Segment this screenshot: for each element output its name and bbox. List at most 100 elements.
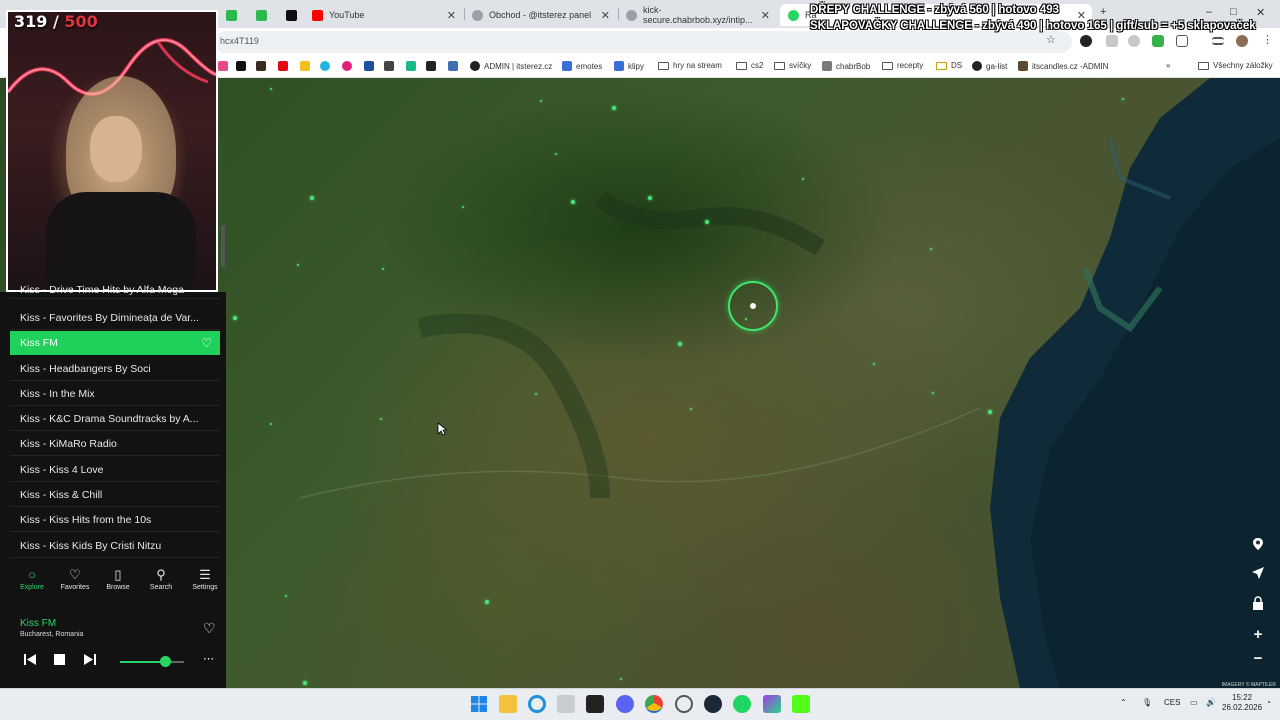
bookmark-folder-recepty[interactable]: recepty: [882, 61, 923, 70]
more-menu-icon[interactable]: ⋮: [1262, 33, 1274, 46]
bookmark-icon[interactable]: [406, 61, 416, 71]
station-dot[interactable]: [571, 200, 575, 204]
bookmark-icon[interactable]: [448, 61, 458, 71]
steam-icon[interactable]: [704, 695, 722, 713]
geolocate-pin-icon[interactable]: [1246, 532, 1270, 556]
extensions-puzzle-icon[interactable]: [1176, 35, 1188, 47]
station-dot[interactable]: [930, 248, 932, 250]
close-tab-icon[interactable]: ✕: [761, 9, 776, 22]
bookmark-klipy[interactable]: klipy: [614, 61, 644, 71]
reading-list-icon[interactable]: [1212, 37, 1224, 45]
extension-icon[interactable]: [1128, 35, 1140, 47]
nav-search[interactable]: ⚲ Search: [141, 566, 181, 598]
station-dot[interactable]: [1122, 98, 1124, 100]
file-explorer-icon[interactable]: [499, 695, 517, 713]
profile-avatar[interactable]: [1236, 35, 1248, 47]
spotify-icon[interactable]: [733, 695, 751, 713]
station-dot[interactable]: [382, 268, 384, 270]
system-clock[interactable]: 15:22 26.02.2026: [1222, 693, 1262, 713]
bookmark-icon[interactable]: [300, 61, 310, 71]
bookmarks-overflow-icon[interactable]: »: [1166, 61, 1170, 70]
list-item[interactable]: Kiss - K&C Drama Soundtracks by A...: [10, 407, 220, 431]
language-indicator[interactable]: CES: [1164, 698, 1180, 707]
more-options-icon[interactable]: ⋯: [203, 652, 214, 665]
extension-icon[interactable]: [1080, 35, 1092, 47]
tab-pinned-green-2[interactable]: [248, 4, 268, 26]
omnibox[interactable]: [214, 31, 1072, 53]
maximize-button[interactable]: □: [1230, 6, 1237, 18]
bookmark-icon[interactable]: [342, 61, 352, 71]
station-dot[interactable]: [620, 678, 622, 680]
tab-pinned-kick[interactable]: [278, 4, 298, 26]
station-dot[interactable]: [802, 178, 804, 180]
station-dot[interactable]: [678, 342, 682, 346]
zoom-out-button[interactable]: −: [1246, 646, 1270, 670]
list-item[interactable]: Kiss - Headbangers By Soci: [10, 357, 220, 381]
list-item[interactable]: Kiss - Kiss Hits from the 10s: [10, 508, 220, 532]
zoom-in-button[interactable]: +: [1246, 622, 1270, 646]
netflix-icon[interactable]: [278, 61, 288, 71]
tray-overflow-icon[interactable]: ⌃: [1120, 698, 1127, 707]
tab-kick-secure[interactable]: kick-secure.chabrbob.xyz/intip... ✕: [618, 4, 776, 26]
bookmark-icon[interactable]: [320, 61, 330, 71]
station-dot[interactable]: [297, 264, 299, 266]
bookmark-ga-list[interactable]: ga-list: [972, 61, 1007, 71]
close-tab-icon[interactable]: ✕: [601, 9, 616, 22]
app-icon[interactable]: [586, 695, 604, 713]
nav-favorites[interactable]: ♡ Favorites: [55, 566, 95, 598]
close-window-button[interactable]: ✕: [1256, 6, 1265, 19]
paypal-icon[interactable]: [364, 61, 374, 71]
extension-icon[interactable]: [1152, 35, 1164, 47]
stop-icon[interactable]: [54, 654, 65, 668]
next-station-icon[interactable]: [84, 654, 96, 668]
bookmark-admin-itsterez[interactable]: ADMIN | itsterez.cz: [470, 61, 552, 71]
station-dot[interactable]: [270, 88, 272, 90]
list-item[interactable]: Kiss - Kiss & Chill: [10, 483, 220, 507]
x-icon[interactable]: [236, 61, 246, 71]
app-icon[interactable]: [763, 695, 781, 713]
list-item-active[interactable]: Kiss FM ♡: [10, 331, 220, 355]
download-icon[interactable]: [426, 61, 436, 71]
network-icon[interactable]: ▭: [1190, 698, 1198, 707]
volume-icon[interactable]: 🔊: [1206, 698, 1216, 707]
bookmark-itscandles[interactable]: itscandles.cz -ADMIN: [1018, 61, 1108, 71]
discord-icon[interactable]: [616, 695, 634, 713]
list-item[interactable]: Kiss - KiMaRo Radio: [10, 432, 220, 456]
station-dot[interactable]: [873, 363, 875, 365]
bookmark-all-bookmarks[interactable]: Všechny záložky: [1198, 61, 1273, 70]
tab-obchod[interactable]: Obchod - @itsterez panel ✕: [464, 4, 616, 26]
station-dot[interactable]: [540, 100, 542, 102]
bookmark-folder-hry[interactable]: hry na stream: [658, 61, 722, 70]
favorite-heart-icon[interactable]: ♡: [201, 336, 212, 350]
volume-knob[interactable]: [159, 656, 171, 667]
windows-start-icon[interactable]: [470, 695, 488, 713]
list-item[interactable]: Kiss - Favorites By Dimineața de Var...: [10, 306, 220, 330]
chrome-icon[interactable]: [645, 695, 663, 713]
url-text[interactable]: hcx4T119: [220, 36, 259, 46]
extension-icon[interactable]: [1106, 35, 1118, 47]
nav-explore[interactable]: ○ Explore: [12, 566, 52, 598]
station-dot[interactable]: [555, 153, 557, 155]
station-dot[interactable]: [988, 410, 992, 414]
list-item[interactable]: Kiss - Drive Time Hits by Alfa Moga: [10, 281, 220, 299]
bookmark-chabrbob[interactable]: chabrBob: [822, 61, 870, 71]
bookmark-folder-svicky[interactable]: svíčky: [774, 61, 811, 70]
station-dot[interactable]: [690, 408, 692, 410]
navigate-arrow-icon[interactable]: [1246, 561, 1270, 585]
tab-pinned-green[interactable]: [218, 4, 238, 26]
station-dot[interactable]: [270, 423, 272, 425]
station-dot[interactable]: [303, 681, 307, 685]
station-dot[interactable]: [310, 196, 314, 200]
station-dot[interactable]: [285, 595, 287, 597]
station-dot[interactable]: [462, 206, 464, 208]
bookmark-star-icon[interactable]: ☆: [1046, 33, 1058, 46]
panel-scrollbar[interactable]: [221, 225, 225, 267]
list-item[interactable]: Kiss - Kiss Kids By Cristi Nitzu: [10, 534, 220, 558]
close-tab-icon[interactable]: ✕: [447, 9, 462, 22]
app-icon[interactable]: [557, 695, 575, 713]
tab-youtube[interactable]: YouTube ✕: [304, 4, 462, 26]
station-dot[interactable]: [485, 600, 489, 604]
bookmark-icon[interactable]: [218, 61, 228, 71]
new-tab-icon[interactable]: +: [1100, 6, 1106, 18]
station-dot[interactable]: [705, 220, 709, 224]
